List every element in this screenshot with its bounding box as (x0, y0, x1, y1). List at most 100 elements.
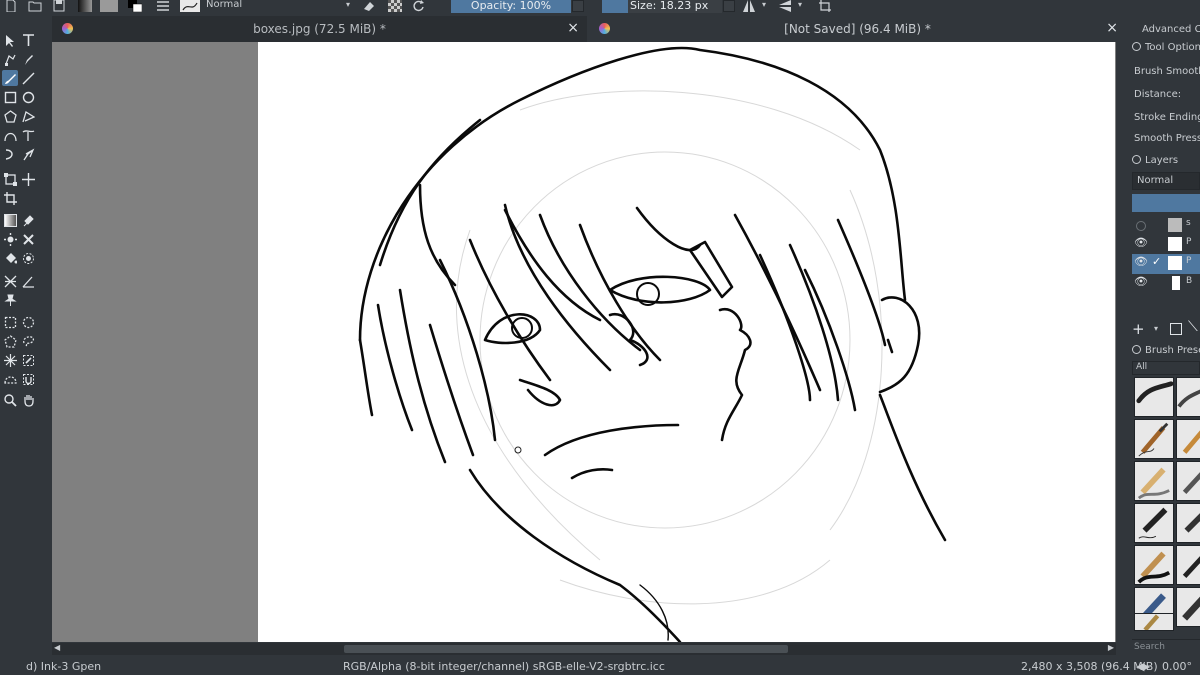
bezier-curve-tool-icon[interactable] (2, 127, 18, 143)
enclose-fill-tool-icon[interactable] (20, 250, 36, 266)
scroll-right-icon[interactable]: ▶ (1108, 643, 1114, 652)
transform-tool-icon[interactable] (2, 171, 18, 187)
new-document-icon[interactable] (4, 0, 18, 13)
tab-boxes-jpg[interactable]: boxes.jpg (72.5 MiB) * × (52, 16, 587, 42)
polyline-tool-icon[interactable] (20, 108, 36, 124)
size-stepper[interactable] (723, 0, 735, 12)
lock-icon[interactable] (1132, 345, 1141, 354)
text-tool-icon[interactable] (20, 32, 36, 48)
brush-preset-tile[interactable] (1176, 461, 1200, 501)
gradient-tool-icon[interactable] (2, 212, 18, 228)
polygon-tool-icon[interactable] (2, 108, 18, 124)
scrollbar-thumb[interactable] (344, 645, 788, 653)
layer-row[interactable]: 👁 P (1132, 235, 1200, 255)
layer-opacity-slider[interactable] (1132, 194, 1200, 212)
pattern-preset-icon[interactable] (100, 0, 118, 12)
add-layer-icon[interactable]: + (1132, 320, 1145, 338)
similar-color-selection-tool-icon[interactable] (20, 352, 36, 368)
layer-row[interactable]: 👁 B (1132, 274, 1200, 294)
tool-options-header[interactable]: Tool Options (1132, 42, 1200, 53)
brush-preset-tile[interactable] (1134, 545, 1174, 585)
reload-preset-icon[interactable] (412, 0, 426, 12)
bezier-selection-tool-icon[interactable] (2, 371, 18, 387)
foreground-background-color-icon[interactable] (128, 0, 143, 13)
layer-row-active[interactable]: 👁 ✓ P (1132, 254, 1200, 274)
crop-tool-icon[interactable] (2, 190, 18, 206)
close-icon[interactable]: × (567, 20, 579, 36)
opacity-slider[interactable]: Opacity: 100% (451, 0, 571, 13)
line-tool-icon[interactable] (20, 70, 36, 86)
opacity-stepper[interactable] (572, 0, 584, 12)
zoom-tool-icon[interactable] (2, 392, 18, 408)
dynamic-brush-tool-icon[interactable] (2, 146, 18, 162)
brush-preset-tile[interactable] (1134, 613, 1174, 632)
gradient-preset-icon[interactable] (78, 0, 92, 12)
brush-preset-tile[interactable] (1134, 461, 1174, 501)
brush-preset-tile[interactable] (1176, 545, 1200, 585)
brush-preset-icon[interactable] (180, 0, 200, 12)
contiguous-selection-tool-icon[interactable] (2, 352, 18, 368)
blend-mode-select[interactable]: Normal ▾ (202, 0, 352, 12)
colorize-mask-tool-icon[interactable] (2, 231, 18, 247)
freehand-path-tool-icon[interactable] (20, 127, 36, 143)
reference-images-tool-icon[interactable] (2, 292, 18, 308)
freehand-selection-tool-icon[interactable] (20, 333, 36, 349)
ellipse-tool-icon[interactable] (20, 89, 36, 105)
merge-down-icon[interactable]: ⟍ (1188, 319, 1198, 335)
layers-blend-mode-select[interactable]: Normal (1132, 172, 1200, 190)
preset-tag-filter[interactable]: All (1132, 361, 1200, 375)
chevron-down-icon[interactable]: ▾ (1154, 324, 1158, 333)
rectangular-selection-tool-icon[interactable] (2, 314, 18, 330)
elliptical-selection-tool-icon[interactable] (20, 314, 36, 330)
chevron-down-icon[interactable]: ▾ (798, 0, 806, 12)
magnetic-selection-tool-icon[interactable] (20, 371, 36, 387)
pan-tool-icon[interactable] (20, 392, 36, 408)
chevron-down-icon[interactable]: ▾ (762, 0, 770, 12)
eye-icon[interactable]: 👁 (1134, 275, 1148, 288)
move-tool-icon[interactable] (20, 171, 36, 187)
edit-shapes-tool-icon[interactable] (2, 51, 18, 67)
mirror-horizontal-icon[interactable] (742, 0, 756, 12)
lock-icon[interactable] (1132, 42, 1141, 51)
preset-search-input[interactable]: Search (1132, 639, 1200, 656)
scroll-left-icon[interactable]: ◀ (54, 643, 60, 652)
smart-patch-tool-icon[interactable] (20, 231, 36, 247)
list-icon[interactable] (156, 0, 170, 12)
duplicate-layer-icon[interactable] (1170, 323, 1182, 335)
mirror-vertical-icon[interactable] (778, 0, 792, 12)
preserve-alpha-icon[interactable] (388, 0, 402, 12)
size-slider[interactable]: Size: 18.23 px (602, 0, 722, 13)
close-icon[interactable]: × (1106, 20, 1118, 36)
brush-presets-header[interactable]: Brush Prese (1132, 345, 1200, 356)
check-icon[interactable]: ✓ (1152, 255, 1161, 268)
open-folder-icon[interactable] (28, 0, 42, 12)
freehand-brush-tool-icon[interactable] (2, 70, 18, 86)
save-icon[interactable] (52, 0, 66, 12)
horizontal-scrollbar[interactable]: ◀ ▶ (52, 643, 1116, 655)
wrap-around-icon[interactable] (818, 0, 832, 12)
calligraphy-tool-icon[interactable] (20, 51, 36, 67)
measure-tool-icon[interactable] (20, 273, 36, 289)
rotation-icon[interactable]: ◀▸ (1136, 660, 1150, 673)
rotation-value[interactable]: 0.00° (1162, 660, 1192, 673)
brush-preset-tile[interactable] (1176, 587, 1200, 627)
eye-icon[interactable]: 👁 (1134, 236, 1148, 249)
brush-preset-tile[interactable] (1176, 503, 1200, 543)
select-shapes-tool-icon[interactable] (2, 32, 18, 48)
brush-preset-tile[interactable] (1134, 377, 1174, 417)
drawing-canvas[interactable] (258, 42, 1115, 642)
advanced-color-selector-title[interactable]: Advanced Co (1142, 24, 1200, 35)
brush-preset-tile[interactable] (1134, 419, 1174, 459)
lock-icon[interactable] (1132, 155, 1141, 164)
assistant-tool-icon[interactable] (2, 273, 18, 289)
tab-not-saved[interactable]: [Not Saved] (96.4 MiB) * × (589, 16, 1126, 42)
polygonal-selection-tool-icon[interactable] (2, 333, 18, 349)
eye-icon[interactable]: 👁 (1134, 255, 1148, 268)
color-picker-tool-icon[interactable] (20, 212, 36, 228)
fill-tool-icon[interactable] (2, 250, 18, 266)
layer-row[interactable]: s (1132, 216, 1200, 236)
hidden-eye-icon[interactable] (1136, 221, 1146, 231)
brush-preset-tile[interactable] (1176, 419, 1200, 459)
layers-header[interactable]: Layers (1132, 155, 1178, 166)
brush-preset-tile[interactable] (1176, 377, 1200, 417)
